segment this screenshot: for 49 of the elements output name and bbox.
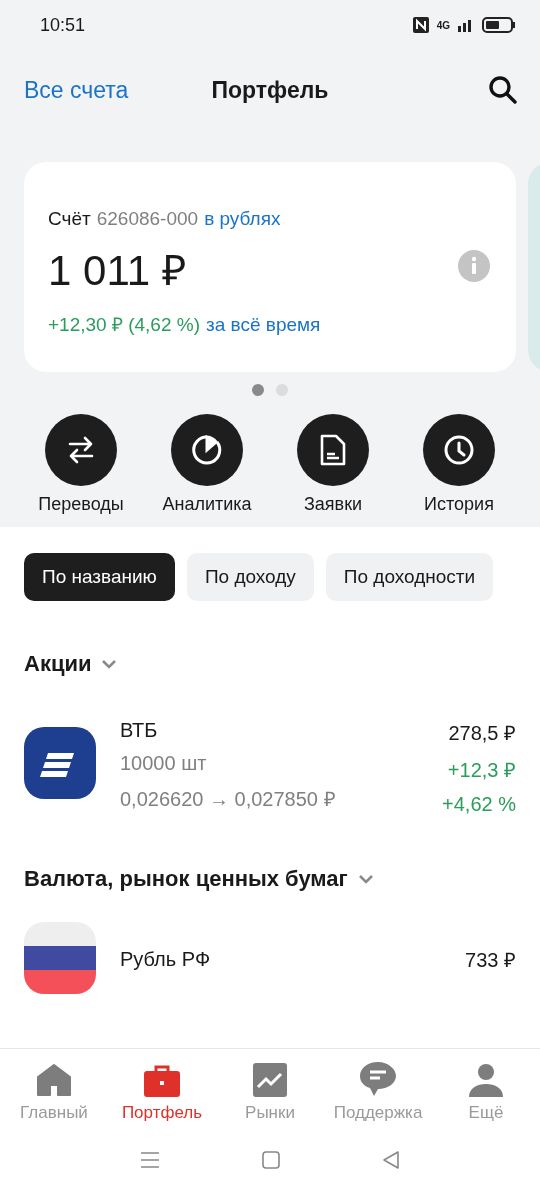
document-icon	[319, 434, 347, 466]
nav-tab[interactable]: Портфель	[108, 1061, 216, 1123]
holding-quantity: 10000 шт	[120, 752, 208, 775]
price-change: 0,026620 → 0,027850 ₽	[120, 787, 337, 812]
bank-logo-icon	[24, 727, 96, 799]
holding-profit-percent: +4,62 %	[442, 793, 516, 816]
home-square-icon[interactable]	[261, 1150, 281, 1170]
home-icon	[36, 1063, 72, 1097]
chevron-down-icon[interactable]	[357, 874, 374, 884]
account-label: Счёт	[48, 208, 91, 230]
balance: 1 011 ₽	[48, 246, 186, 296]
battery-icon	[482, 17, 516, 33]
person-icon	[468, 1063, 504, 1097]
chevron-down-icon[interactable]	[101, 659, 118, 669]
network-label: 4G	[436, 19, 450, 31]
flag-icon	[24, 922, 96, 994]
action-button[interactable]: Переводы	[18, 414, 144, 515]
status-time: 10:51	[40, 14, 86, 36]
holding-profit: +12,3 ₽	[447, 758, 516, 783]
pie-chart-icon	[190, 433, 224, 467]
action-button[interactable]: История	[396, 414, 522, 515]
section-title[interactable]: Акции	[24, 651, 92, 677]
chart-icon	[253, 1063, 287, 1097]
all-accounts-link[interactable]: Все счета	[24, 76, 129, 104]
account-number: 626086-000	[96, 208, 199, 230]
holding-name: ВТБ	[120, 719, 159, 742]
signal-icon	[458, 18, 474, 32]
holding-value: 278,5 ₽	[448, 721, 516, 746]
sort-chip[interactable]: По доходности	[325, 553, 494, 601]
action-button[interactable]: Аналитика	[144, 414, 270, 515]
holding-value: 733 ₽	[465, 947, 516, 973]
holding-name: Рубль РФ	[120, 947, 212, 971]
briefcase-icon	[143, 1065, 181, 1097]
total-change: +12,30 ₽ (4,62 %)	[48, 313, 200, 337]
menu-icon[interactable]	[139, 1150, 161, 1170]
period-link[interactable]: за всё время	[206, 314, 321, 336]
section-title[interactable]: Валюта, рынок ценных бумаг	[24, 866, 348, 892]
account-card[interactable]: Счёт 626086-000 в рублях 1 011 ₽ +12,30 ₽ (4,62 %) за всё время	[24, 162, 516, 372]
chat-bubble-icon	[359, 1061, 397, 1097]
currency-link[interactable]: в рублях	[204, 208, 281, 230]
sort-chip[interactable]: По названию	[24, 553, 175, 601]
sort-chip[interactable]: По доходу	[186, 553, 314, 601]
action-button[interactable]: Заявки	[270, 414, 396, 515]
clock-icon	[442, 433, 476, 467]
search-icon[interactable]	[488, 75, 518, 105]
back-icon[interactable]	[381, 1150, 401, 1170]
nfc-icon	[412, 17, 429, 33]
info-icon[interactable]	[458, 250, 490, 282]
page-title: Портфель	[211, 76, 329, 103]
